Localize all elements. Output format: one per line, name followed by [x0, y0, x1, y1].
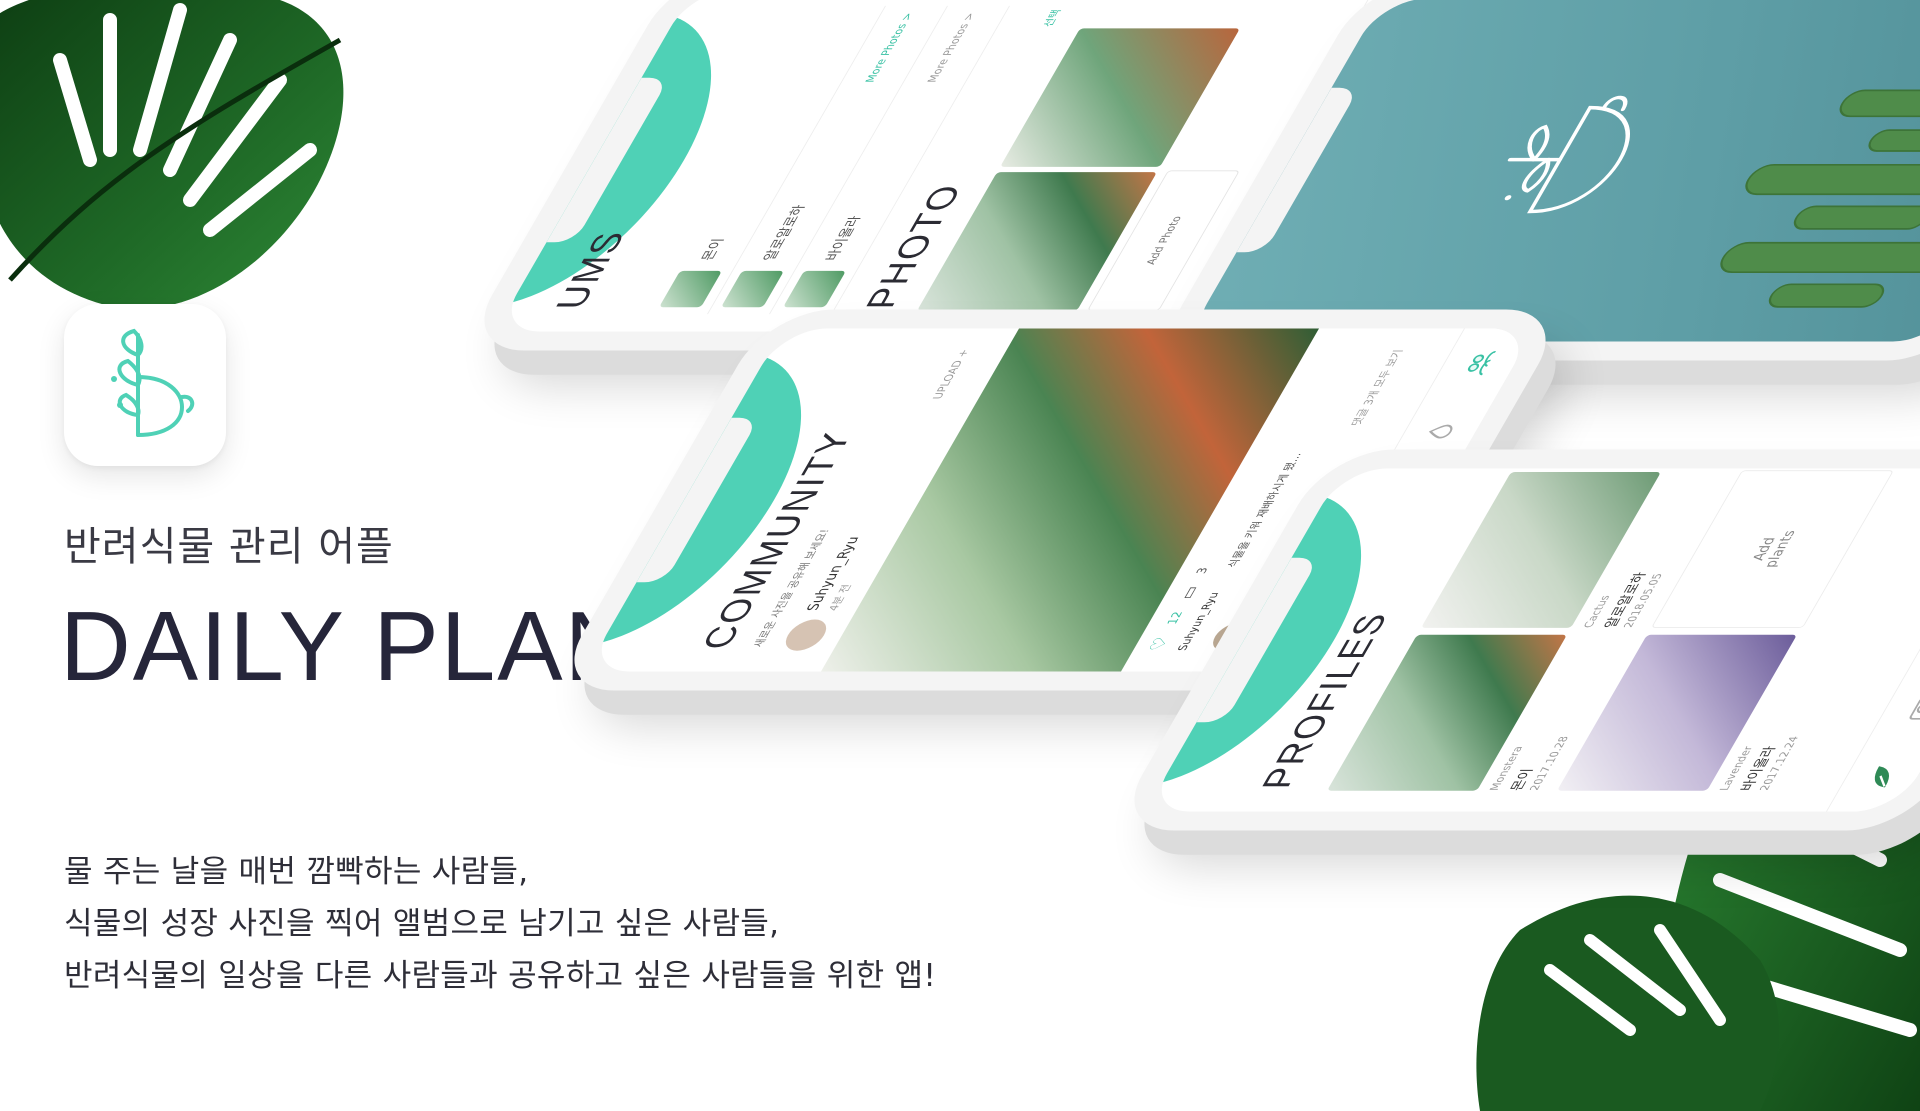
album-name: 몬이	[699, 238, 728, 261]
water-drop-icon	[1428, 424, 1453, 439]
app-icon	[64, 304, 226, 466]
view-comments-link[interactable]: 댓글 3개 모두 보기	[1347, 349, 1407, 425]
tab-community[interactable]	[1447, 344, 1513, 382]
promo-canvas: 반려식물 관리 어플 DAILY PLANT 물 주는 날을 매번 깜빡하는 사…	[0, 0, 1920, 1111]
tab-photo[interactable]	[1888, 690, 1920, 728]
avatar[interactable]	[779, 619, 834, 651]
description-line: 식물의 성장 사진을 찍어 앨범으로 남기고 싶은 사람들,	[64, 906, 780, 942]
app-tagline: 반려식물 관리 어플	[64, 524, 394, 570]
monstera-leaf-top-left	[0, 0, 344, 310]
comment-icon[interactable]: ▭	[1176, 586, 1203, 599]
camera-icon	[1909, 697, 1920, 720]
tab-water[interactable]	[1408, 412, 1474, 450]
select-button[interactable]: 선택	[1039, 9, 1065, 27]
upload-button[interactable]: UPLOAD +	[930, 349, 972, 399]
like-count: 12	[1163, 611, 1186, 625]
leaf-icon	[1874, 766, 1889, 788]
app-description: 물 주는 날을 매번 깜빡하는 사람들, 식물의 성장 사진을 찍어 앨범으로 …	[64, 846, 936, 1002]
description-line: 반려식물의 일상을 다른 사람들과 공유하고 싶은 사람들을 위한 앱!	[64, 958, 937, 994]
add-plant-button[interactable]: Add plants	[1650, 470, 1894, 628]
plant-pot-logo-icon	[111, 328, 195, 437]
description-line: 물 주는 날을 매번 깜빡하는 사람들,	[64, 854, 529, 890]
album-name: 알로알로하	[761, 204, 810, 261]
comment-count: 3	[1192, 567, 1211, 575]
cactus-illustration	[1720, 89, 1920, 308]
plant-pot-logo-icon	[1504, 95, 1630, 214]
heart-icon[interactable]: ♡	[1145, 637, 1174, 651]
people-icon	[1468, 350, 1497, 375]
tab-plants[interactable]	[1849, 758, 1915, 796]
album-name: 바이올라	[823, 215, 865, 261]
photo-thumbnail[interactable]	[999, 28, 1240, 167]
